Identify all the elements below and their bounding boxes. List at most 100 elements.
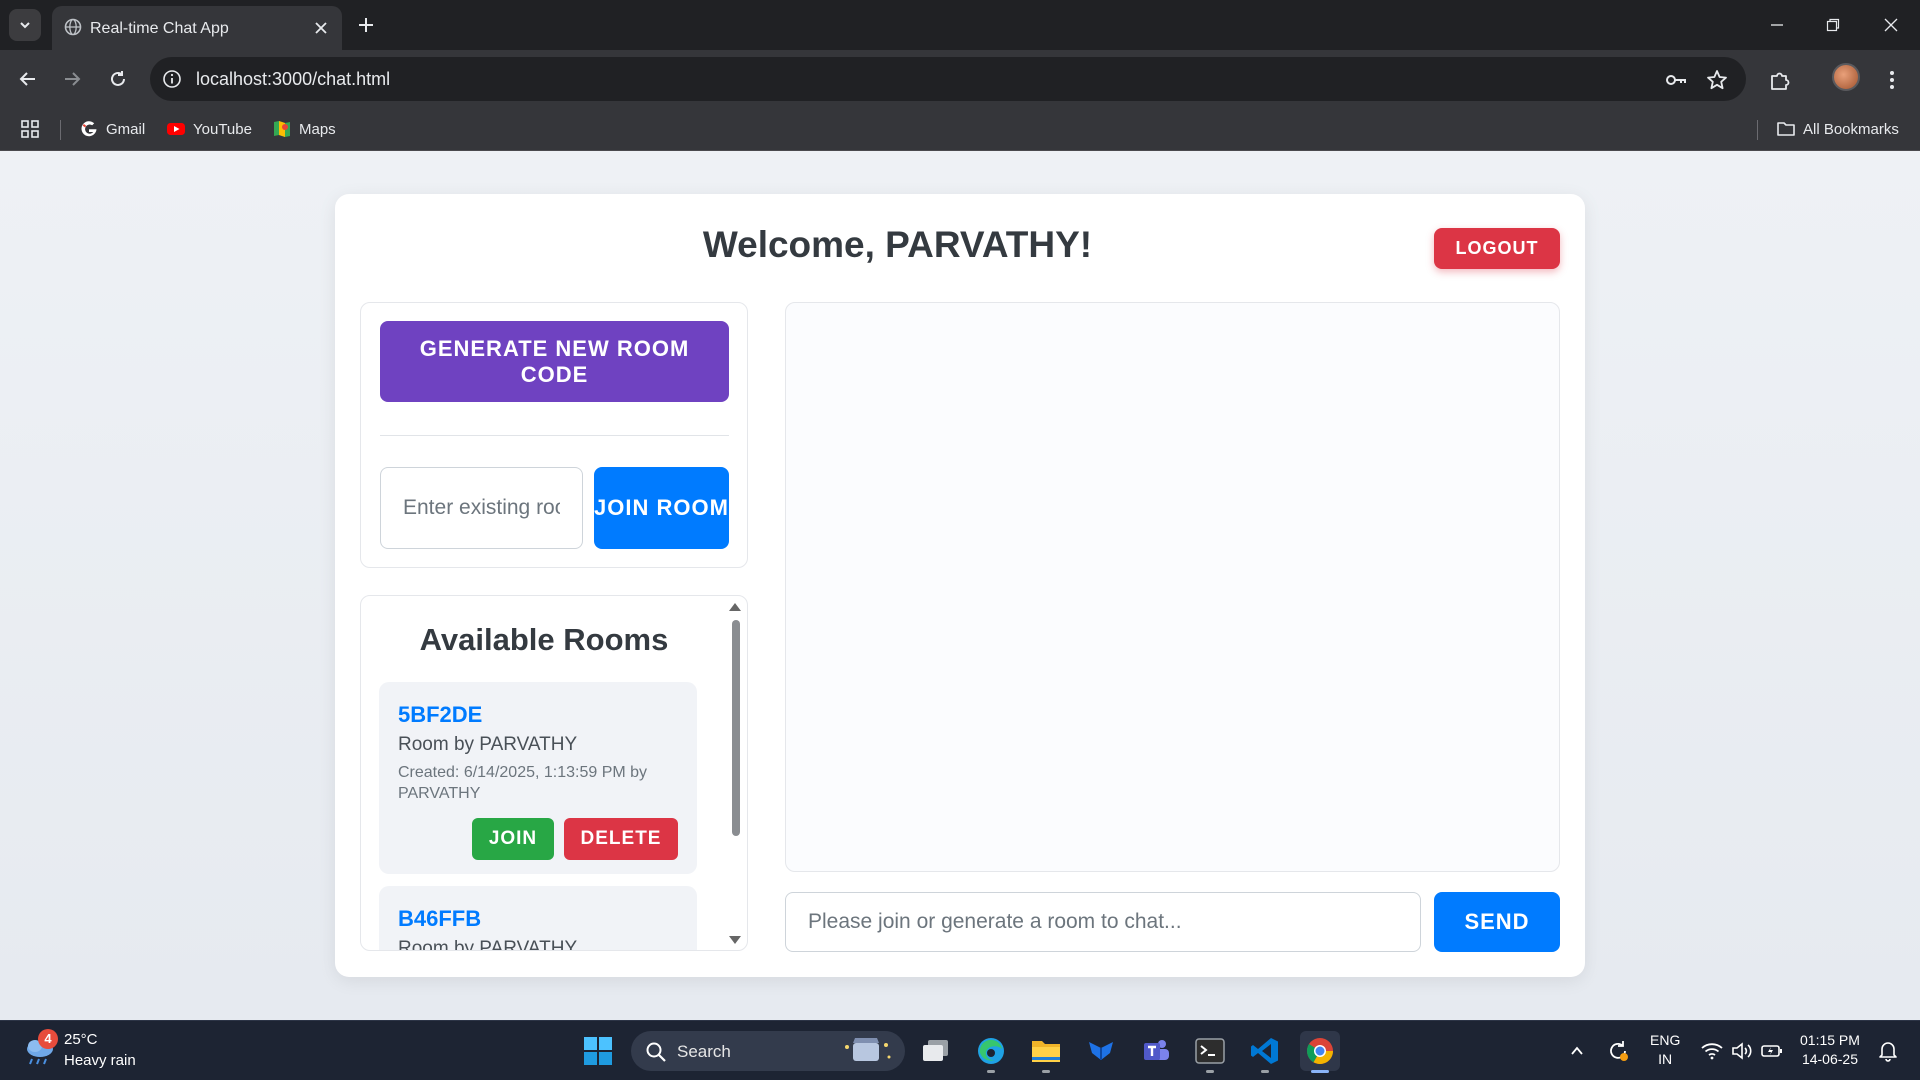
logout-button[interactable]: LOGOUT bbox=[1434, 228, 1560, 269]
send-button[interactable]: SEND bbox=[1434, 892, 1560, 952]
taskbar-chrome[interactable] bbox=[1300, 1031, 1340, 1073]
taskbar: 4 25°C Heavy rain Search ENG IN 01:15 PM… bbox=[0, 1020, 1920, 1080]
back-button[interactable] bbox=[13, 64, 43, 94]
volume-tray-button[interactable] bbox=[1730, 1039, 1754, 1063]
message-input[interactable] bbox=[785, 892, 1421, 952]
bookmark-label: Maps bbox=[299, 120, 336, 138]
room-code-input[interactable] bbox=[380, 467, 583, 549]
running-indicator bbox=[1311, 1070, 1329, 1073]
chrome-icon bbox=[1306, 1038, 1334, 1065]
terminal-icon bbox=[1195, 1038, 1225, 1064]
url-text[interactable]: localhost:3000/chat.html bbox=[196, 69, 390, 90]
taskbar-terminal[interactable] bbox=[1190, 1031, 1230, 1073]
tab-title: Real-time Chat App bbox=[90, 20, 229, 37]
sync-tray-button[interactable] bbox=[1606, 1039, 1630, 1063]
youtube-icon bbox=[166, 119, 186, 139]
join-room-item-button[interactable]: JOIN bbox=[472, 818, 554, 860]
new-tab-button[interactable] bbox=[352, 11, 380, 39]
teams-icon bbox=[1144, 1040, 1169, 1060]
tab-close-button[interactable] bbox=[310, 17, 332, 39]
search-icon bbox=[646, 1042, 666, 1062]
taskbar-teams[interactable] bbox=[1136, 1031, 1176, 1071]
generate-room-button[interactable]: GENERATE NEW ROOM CODE bbox=[380, 321, 729, 402]
running-indicator bbox=[1261, 1070, 1269, 1073]
weather-temperature: 25°C bbox=[64, 1031, 98, 1048]
info-icon[interactable] bbox=[162, 69, 182, 89]
restore-icon bbox=[1826, 18, 1840, 32]
password-key-button[interactable] bbox=[1664, 68, 1688, 92]
apps-button[interactable] bbox=[20, 118, 40, 140]
sync-icon bbox=[1610, 1041, 1628, 1061]
scroll-down-arrow-icon[interactable] bbox=[728, 934, 742, 946]
taskbar-vscode[interactable] bbox=[1245, 1031, 1285, 1073]
volume-icon bbox=[1732, 1042, 1752, 1060]
chevron-up-icon bbox=[1571, 1046, 1583, 1055]
close-window-button[interactable] bbox=[1876, 10, 1906, 40]
all-bookmarks-label: All Bookmarks bbox=[1803, 120, 1899, 138]
extensions-button[interactable] bbox=[1768, 68, 1792, 92]
bookmark-maps[interactable]: Maps bbox=[272, 118, 336, 140]
forward-button[interactable] bbox=[57, 64, 87, 94]
minimize-button[interactable] bbox=[1762, 10, 1792, 40]
maps-icon bbox=[272, 119, 292, 139]
room-code: B46FFB bbox=[398, 906, 482, 931]
vscode-icon bbox=[1251, 1038, 1278, 1064]
butterfly-app-icon bbox=[1089, 1042, 1113, 1060]
scrollbar-thumb[interactable] bbox=[732, 620, 740, 836]
weather-description: Heavy rain bbox=[64, 1052, 136, 1069]
puzzle-icon bbox=[1771, 72, 1790, 90]
browser-tab-strip: Real-time Chat App bbox=[0, 0, 1920, 50]
more-vertical-icon bbox=[1890, 71, 1894, 89]
scroll-up-arrow-icon[interactable] bbox=[728, 601, 742, 613]
bookmarks-divider bbox=[60, 120, 61, 140]
room-item: 5BF2DE Room by PARVATHY Created: 6/14/20… bbox=[379, 682, 697, 874]
windows-start-icon[interactable] bbox=[582, 1035, 614, 1067]
room-controls-panel: GENERATE NEW ROOM CODE JOIN ROOM bbox=[360, 302, 748, 568]
reload-button[interactable] bbox=[103, 64, 133, 94]
rooms-heading: Available Rooms bbox=[419, 622, 669, 657]
taskbar-search[interactable]: Search bbox=[631, 1031, 905, 1071]
globe-icon bbox=[64, 18, 82, 36]
bookmark-star-button[interactable] bbox=[1705, 68, 1729, 92]
bookmark-gmail[interactable]: Gmail bbox=[79, 118, 145, 140]
reload-icon bbox=[111, 71, 125, 86]
taskbar-dev-app[interactable] bbox=[1081, 1031, 1121, 1071]
battery-tray-button[interactable] bbox=[1760, 1039, 1784, 1063]
bookmark-label: Gmail bbox=[106, 120, 146, 138]
arrow-left-icon bbox=[19, 72, 35, 86]
restore-button[interactable] bbox=[1818, 10, 1848, 40]
wifi-tray-button[interactable] bbox=[1700, 1039, 1724, 1063]
running-indicator bbox=[987, 1070, 995, 1073]
folder-icon bbox=[1776, 119, 1796, 139]
profile-avatar[interactable] bbox=[1832, 63, 1860, 91]
running-indicator bbox=[1206, 1070, 1214, 1073]
chat-container: Welcome, PARVATHY! LOGOUT GENERATE NEW R… bbox=[335, 194, 1585, 977]
bookmark-youtube[interactable]: YouTube bbox=[166, 118, 252, 140]
tab-search-button[interactable] bbox=[9, 9, 41, 41]
browser-menu-button[interactable] bbox=[1880, 68, 1904, 92]
join-room-button[interactable]: JOIN ROOM bbox=[594, 467, 729, 549]
search-label: Search bbox=[677, 1042, 731, 1061]
show-hidden-icons-button[interactable] bbox=[1565, 1039, 1589, 1063]
taskbar-file-explorer[interactable] bbox=[1026, 1031, 1066, 1073]
clock-date: 14-06-25 bbox=[1801, 1051, 1858, 1067]
tab-active[interactable]: Real-time Chat App bbox=[52, 6, 342, 50]
available-rooms-panel[interactable]: Available Rooms 5BF2DE Room by PARVATHY … bbox=[360, 595, 748, 951]
bell-icon bbox=[1879, 1042, 1897, 1062]
close-icon bbox=[315, 22, 327, 34]
minimize-icon bbox=[1771, 24, 1783, 26]
apps-grid-icon bbox=[21, 120, 39, 138]
chat-messages-area[interactable] bbox=[785, 302, 1560, 872]
search-highlight-icon bbox=[845, 1038, 891, 1061]
all-bookmarks-button[interactable]: All Bookmarks bbox=[1776, 118, 1899, 140]
taskbar-edge[interactable] bbox=[971, 1031, 1011, 1073]
taskbar-task-view[interactable] bbox=[916, 1031, 956, 1071]
system-clock[interactable]: 01:15 PM 14-06-25 bbox=[1800, 1031, 1860, 1069]
address-bar[interactable]: localhost:3000/chat.html bbox=[150, 57, 1746, 101]
page-title: Welcome, PARVATHY! bbox=[702, 224, 1093, 265]
divider bbox=[380, 435, 729, 436]
bookmarks-bar: Gmail YouTube Maps All Bookmarks bbox=[0, 108, 1920, 151]
delete-room-button[interactable]: DELETE bbox=[564, 818, 678, 860]
notifications-button[interactable] bbox=[1876, 1039, 1900, 1063]
language-indicator[interactable]: ENG IN bbox=[1650, 1031, 1680, 1069]
